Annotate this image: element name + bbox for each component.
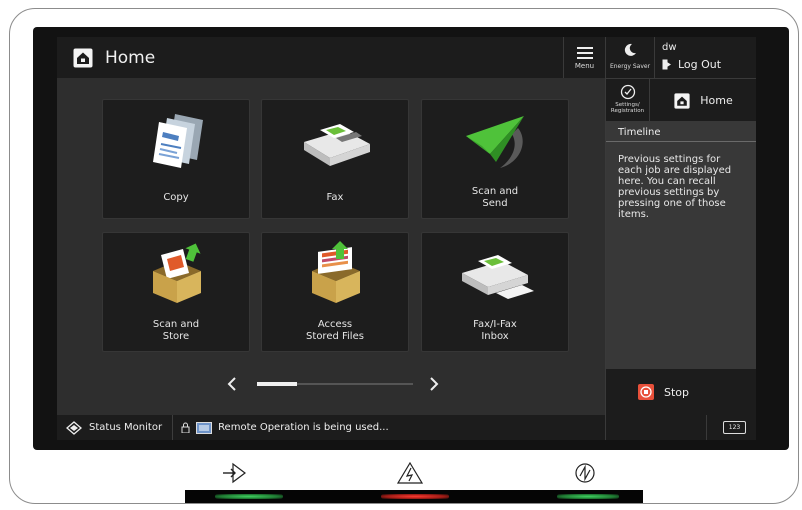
scan-store-icon	[153, 243, 201, 303]
moon-icon	[624, 43, 636, 56]
remote-status-text: Remote Operation is being used...	[218, 422, 389, 433]
logout-button[interactable]: Log Out	[662, 58, 721, 71]
scan-store-tile[interactable]: Scan and Store	[102, 232, 250, 352]
scan-send-icon	[466, 116, 524, 168]
remote-status: Remote Operation is being used...	[181, 421, 389, 434]
remote-screen-icon	[196, 421, 213, 434]
logout-label: Log Out	[678, 58, 722, 71]
right-panel-top: Energy Saver dw Log Out	[605, 37, 756, 78]
home-icon	[73, 48, 93, 67]
fax-icon	[304, 124, 370, 166]
copy-label: Copy	[163, 192, 189, 203]
fax-tile[interactable]: Fax	[261, 99, 409, 219]
user-name: dw	[662, 42, 677, 53]
stop-button[interactable]: Stop	[605, 369, 756, 415]
data-arrow-icon	[223, 462, 246, 484]
error-indicator-led	[381, 494, 449, 499]
scan-send-tile[interactable]: Scan and Send	[421, 99, 569, 219]
energy-saver-button[interactable]: Energy Saver	[606, 37, 655, 78]
data-indicator-led	[215, 494, 283, 499]
settings-registration-button[interactable]: Settings/ Registration	[606, 79, 650, 122]
fax-inbox-label: Fax/I-Fax Inbox	[473, 319, 517, 342]
timeline-panel: Timeline Previous settings for each job …	[605, 121, 756, 369]
numeric-keypad-button[interactable]: 123	[723, 421, 746, 434]
right-panel-bottom: 123	[605, 415, 756, 440]
right-panel-shortcuts: Settings/ Registration Home	[605, 78, 756, 122]
settings-label: Settings/ Registration	[610, 102, 645, 114]
page-scrollbar-thumb[interactable]	[257, 382, 297, 386]
status-monitor-button[interactable]: Status Monitor	[57, 415, 174, 440]
keypad-divider	[706, 415, 707, 440]
menu-label: Menu	[574, 61, 595, 70]
home-shortcut-icon	[674, 92, 690, 109]
stored-files-tile[interactable]: Access Stored Files	[261, 232, 409, 352]
settings-icon	[620, 84, 635, 100]
timeline-title: Timeline	[606, 127, 756, 142]
timeline-description: Previous settings for each job are displ…	[618, 154, 732, 220]
status-bar: Status Monitor Remote Operation is being…	[57, 415, 605, 440]
menu-button[interactable]: Menu	[563, 37, 605, 78]
error-warning-icon	[397, 462, 423, 484]
hamburger-icon	[576, 46, 593, 59]
energy-saver-label: Energy Saver	[609, 63, 651, 70]
power-icon[interactable]	[572, 462, 598, 484]
logout-icon	[662, 59, 671, 70]
fax-inbox-tile[interactable]: Fax/I-Fax Inbox	[421, 232, 569, 352]
lock-icon	[181, 422, 190, 433]
page-next-button[interactable]	[427, 374, 441, 394]
page-scrollbar[interactable]	[257, 374, 417, 394]
home-button[interactable]: Home	[650, 79, 756, 122]
home-button-label: Home	[700, 94, 733, 107]
fax-inbox-icon	[462, 255, 534, 299]
copy-icon	[153, 114, 203, 168]
stored-files-icon	[312, 241, 360, 303]
status-monitor-label: Status Monitor	[89, 422, 163, 433]
stop-label: Stop	[664, 385, 690, 399]
fax-label: Fax	[326, 192, 344, 203]
status-monitor-icon	[66, 420, 82, 435]
indicator-bar	[185, 490, 643, 503]
header-bar: Home Menu	[57, 37, 605, 78]
stop-icon	[638, 384, 654, 400]
scan-store-label: Scan and Store	[152, 319, 200, 342]
page-prev-button[interactable]	[225, 374, 239, 394]
power-indicator-led	[557, 494, 619, 499]
copy-tile[interactable]: Copy	[102, 99, 250, 219]
stored-files-label: Access Stored Files	[306, 319, 364, 342]
page-title: Home	[105, 47, 156, 68]
scan-send-label: Scan and Send	[471, 186, 519, 209]
touch-screen: Home Menu Copy Fax Scan and Send Scan an…	[57, 37, 756, 440]
